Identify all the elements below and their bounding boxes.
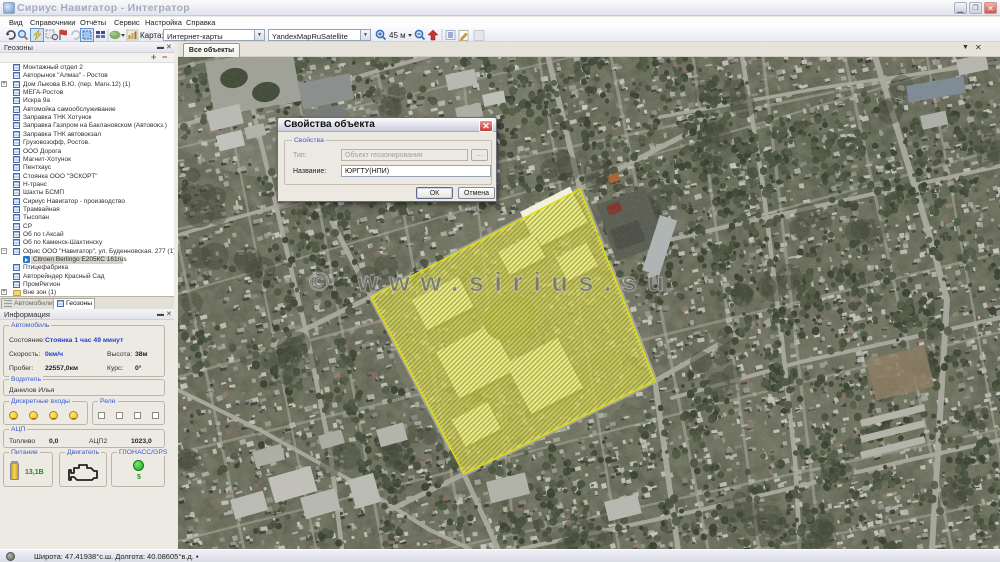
svg-text:45 м: 45 м — [389, 31, 406, 40]
